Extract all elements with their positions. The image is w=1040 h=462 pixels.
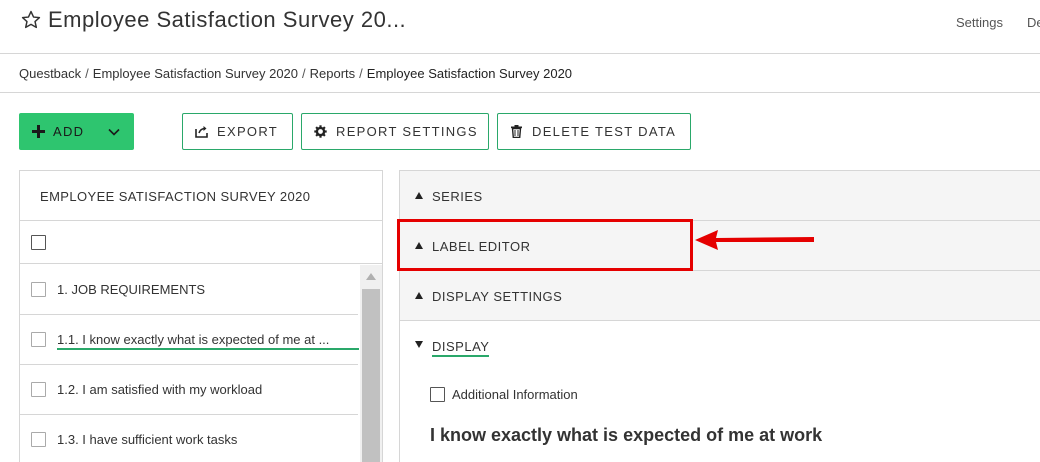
display-section-header[interactable]: DISPLAY — [400, 321, 1040, 393]
settings-link[interactable]: Settings — [956, 15, 1003, 30]
item-checkbox[interactable] — [31, 282, 46, 297]
breadcrumb-separator: / — [302, 66, 306, 81]
breadcrumb-separator: / — [359, 66, 363, 81]
triangle-up-icon — [415, 292, 423, 299]
question-tree-panel: EMPLOYEE SATISFACTION SURVEY 2020 1. JOB… — [19, 170, 383, 462]
breadcrumb-separator: / — [85, 66, 89, 81]
item-checkbox[interactable] — [31, 382, 46, 397]
list-item-label: 1. JOB REQUIREMENTS — [57, 282, 206, 297]
gear-icon — [314, 125, 327, 138]
divider — [0, 92, 1040, 93]
select-all-row — [20, 221, 382, 264]
annotation-highlight-box — [397, 219, 693, 271]
scroll-thumb[interactable] — [362, 289, 380, 462]
question-title: I know exactly what is expected of me at… — [430, 425, 823, 445]
chevron-down-icon[interactable] — [108, 128, 120, 136]
scroll-up-icon[interactable] — [366, 273, 376, 280]
list-item-label: 1.2. I am satisfied with my workload — [57, 382, 263, 397]
report-settings-button[interactable]: REPORT SETTINGS — [301, 113, 489, 150]
export-button-label: EXPORT — [217, 124, 279, 139]
survey-title: EMPLOYEE SATISFACTION SURVEY 2020 — [20, 171, 382, 221]
list-item[interactable]: 1.2. I am satisfied with my workload — [20, 365, 358, 415]
add-button[interactable]: ADD — [19, 113, 134, 150]
section-title: DISPLAY — [432, 339, 490, 357]
question-list: 1. JOB REQUIREMENTS 1.1. I know exactly … — [20, 265, 359, 462]
triangle-up-icon — [415, 192, 423, 199]
report-settings-panel: SERIES LABEL EDITOR DISPLAY SETTINGS DIS… — [399, 170, 1040, 462]
item-checkbox[interactable] — [31, 432, 46, 447]
plus-icon — [32, 125, 45, 138]
item-checkbox[interactable] — [31, 332, 46, 347]
annotation-arrow-icon — [695, 230, 814, 250]
breadcrumb: Questback / Employee Satisfaction Survey 2… — [19, 66, 572, 81]
export-icon — [195, 126, 208, 138]
add-button-label: ADD — [53, 124, 85, 139]
list-item[interactable]: 1.3. I have sufficient work tasks — [20, 415, 358, 462]
select-all-checkbox[interactable] — [31, 235, 46, 250]
section-title: SERIES — [432, 189, 483, 204]
list-item[interactable]: 1. JOB REQUIREMENTS — [20, 265, 358, 315]
breadcrumb-questback[interactable]: Questback — [19, 66, 81, 81]
scrollbar[interactable] — [360, 265, 382, 462]
breadcrumb-survey[interactable]: Employee Satisfaction Survey 2020 — [93, 66, 298, 81]
list-item-label: 1.3. I have sufficient work tasks — [57, 432, 238, 447]
export-button[interactable]: EXPORT — [182, 113, 293, 150]
breadcrumb-reports[interactable]: Reports — [310, 66, 356, 81]
section-title: DISPLAY SETTINGS — [432, 289, 563, 304]
delete-test-data-button-label: DELETE TEST DATA — [532, 124, 677, 139]
list-item-selected[interactable]: 1.1. I know exactly what is expected of … — [20, 315, 359, 365]
breadcrumb-current: Employee Satisfaction Survey 2020 — [366, 66, 573, 81]
series-section-header[interactable]: SERIES — [400, 171, 1040, 221]
additional-information-option[interactable]: Additional Information — [430, 387, 578, 402]
top-bar: Employee Satisfaction Survey 20... Setti… — [0, 0, 1040, 54]
triangle-down-icon — [415, 341, 423, 348]
page-title: Employee Satisfaction Survey 20... — [48, 7, 407, 32]
additional-information-label: Additional Information — [452, 387, 578, 402]
delete-test-data-button[interactable]: DELETE TEST DATA — [497, 113, 691, 150]
display-settings-section-header[interactable]: DISPLAY SETTINGS — [400, 271, 1040, 321]
star-icon[interactable] — [20, 9, 42, 31]
list-item-label: 1.1. I know exactly what is expected of … — [57, 332, 359, 350]
truncated-nav-link[interactable]: De — [1027, 15, 1040, 30]
additional-information-checkbox[interactable] — [430, 387, 445, 402]
report-settings-button-label: REPORT SETTINGS — [336, 124, 478, 139]
trash-icon — [511, 125, 522, 138]
